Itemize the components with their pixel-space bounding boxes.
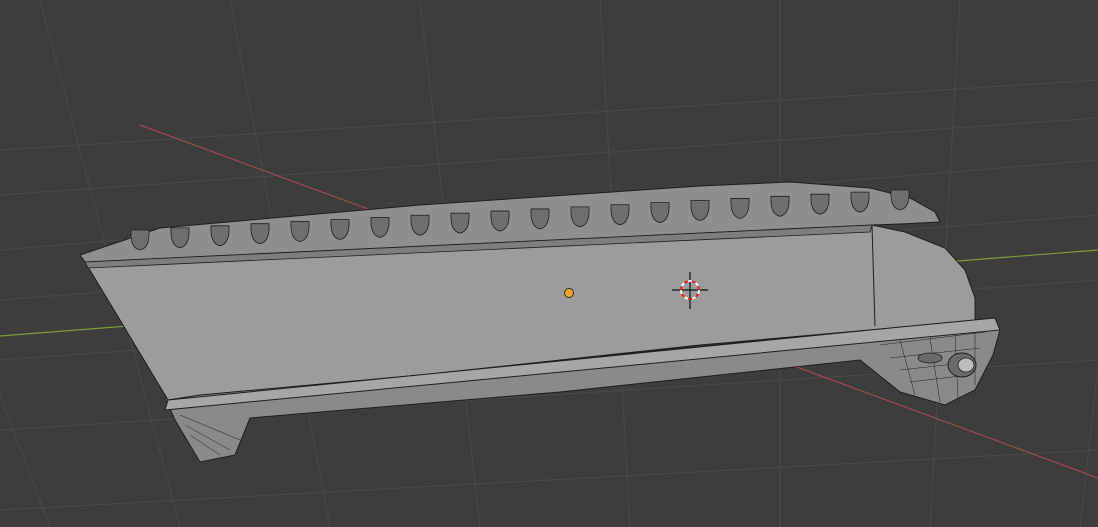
mesh-end-hole-inner	[957, 357, 975, 373]
mesh-side-slot	[917, 352, 943, 364]
mesh-object[interactable]	[79, 181, 1001, 463]
viewport-canvas[interactable]	[0, 0, 1098, 527]
object-origin-point[interactable]	[564, 288, 574, 298]
3d-viewport[interactable]	[0, 0, 1098, 527]
